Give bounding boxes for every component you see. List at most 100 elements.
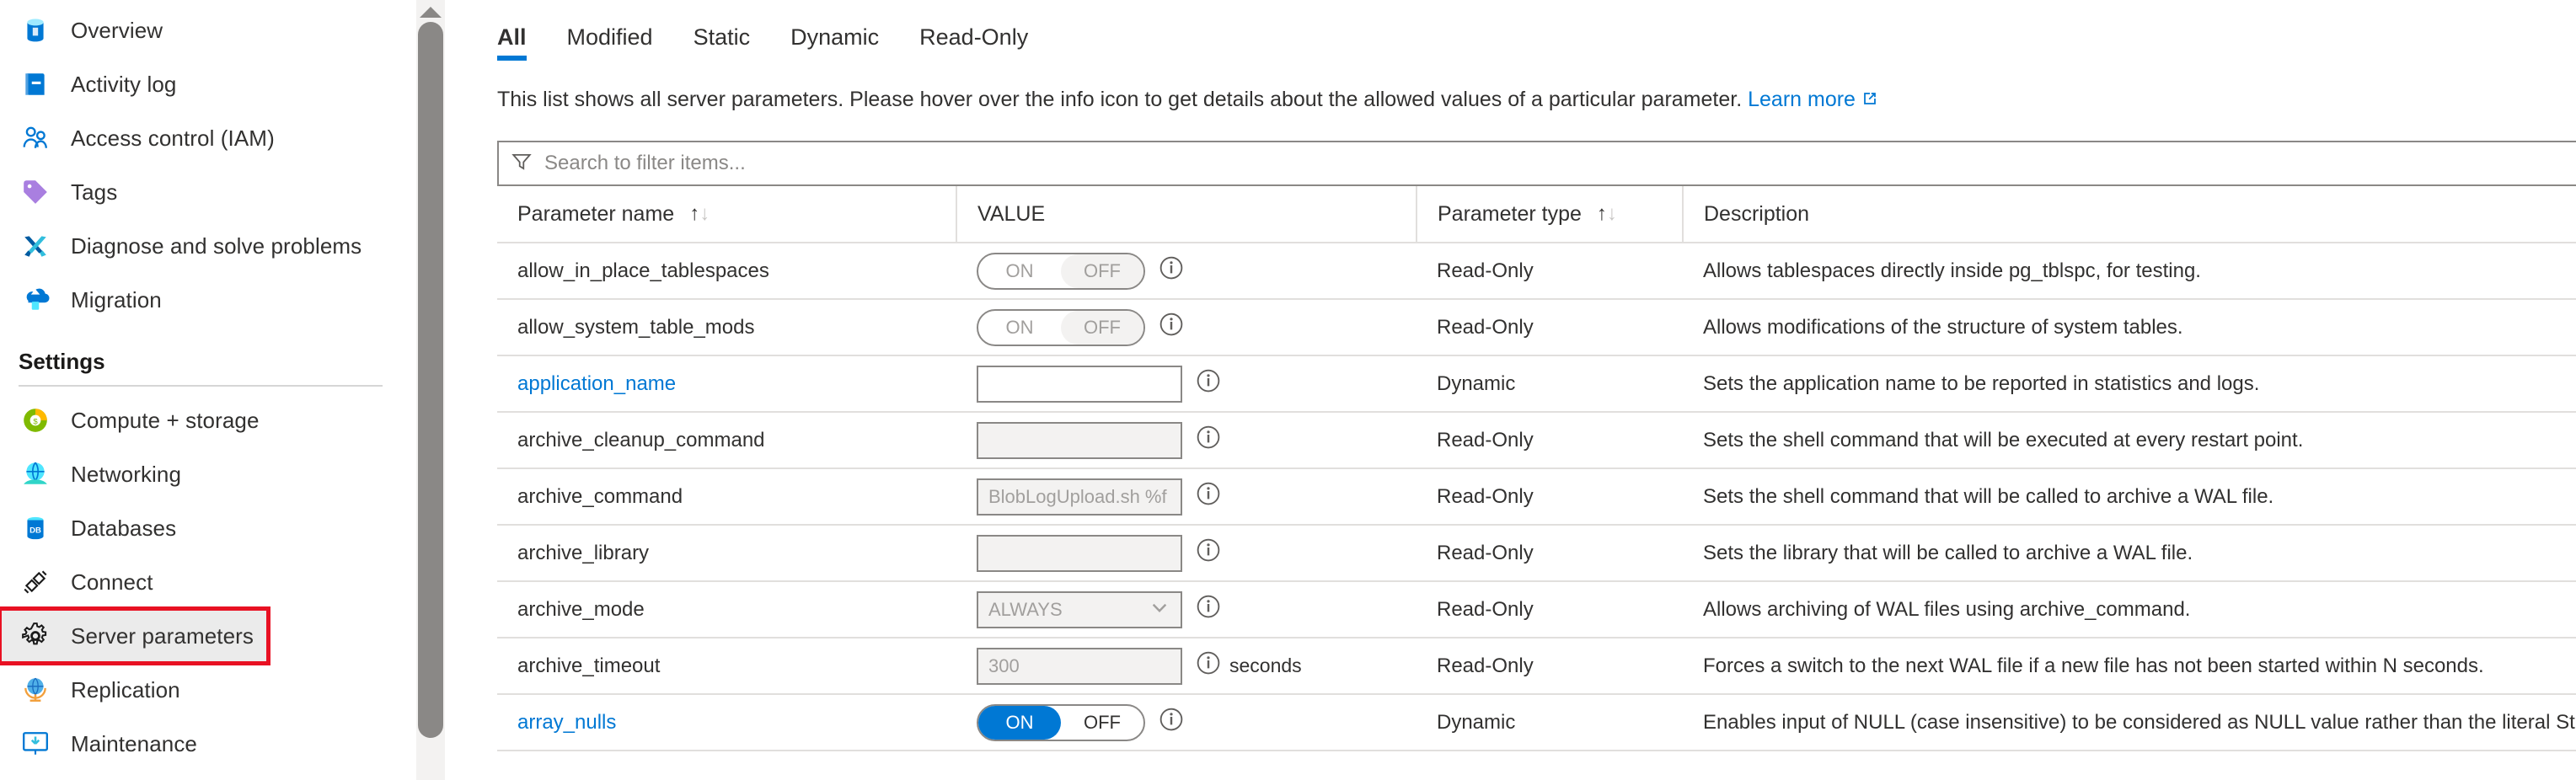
- migration-icon: [19, 283, 52, 317]
- toggle-on-label[interactable]: ON: [978, 705, 1061, 740]
- parameter-type-cell: Read-Only: [1417, 525, 1683, 582]
- sidebar-item-connect[interactable]: Connect: [0, 555, 404, 609]
- parameter-value-cell: ON OFF: [956, 299, 1417, 356]
- sidebar-item-server-parameters[interactable]: Server parameters: [0, 606, 270, 665]
- parameter-description-cell: Sets the application name to be reported…: [1683, 355, 2576, 413]
- table-row: array_nulls ON OFF Dynamic Enables input of …: [497, 694, 2576, 751]
- column-header-parameter-name[interactable]: Parameter name ↑↓: [497, 186, 956, 243]
- sort-arrows-icon[interactable]: ↑↓: [689, 204, 710, 224]
- column-header-parameter-type[interactable]: Parameter type ↑↓: [1416, 186, 1683, 243]
- table-row: archive_cleanup_command Read-Only Sets the…: [497, 412, 2576, 469]
- sidebar-item-networking[interactable]: Networking: [0, 447, 404, 501]
- value-select[interactable]: ALWAYS: [977, 590, 1182, 628]
- value-input[interactable]: [977, 365, 1182, 403]
- sidebar-item-label: Diagnose and solve problems: [71, 232, 362, 259]
- sidebar-item-compute-storage[interactable]: $ Compute + storage: [0, 393, 404, 447]
- parameter-value-cell: ON OFF: [956, 694, 1417, 751]
- access-control-icon: [19, 121, 52, 155]
- maintenance-icon: [19, 727, 52, 761]
- parameter-name-cell: allow_system_table_mods: [497, 299, 956, 356]
- column-header-value[interactable]: VALUE: [956, 186, 1417, 243]
- table-row: allow_system_table_mods ON OFF Read-Only All…: [497, 299, 2576, 356]
- parameter-name-cell: allow_in_place_tablespaces: [497, 243, 956, 300]
- table-header-row: Parameter name ↑↓ VALUE Parameter type ↑…: [497, 186, 2576, 243]
- info-icon[interactable]: [1159, 312, 1184, 343]
- value-toggle[interactable]: ON OFF: [977, 252, 1145, 290]
- sidebar-item-diagnose-and-solve-problems[interactable]: Diagnose and solve problems: [0, 219, 404, 273]
- chevron-down-icon: [1149, 596, 1170, 623]
- sidebar-item-label: Overview: [71, 17, 163, 43]
- sidebar-item-maintenance[interactable]: Maintenance: [0, 717, 404, 771]
- tab-dynamic[interactable]: Dynamic: [790, 24, 879, 64]
- toggle-off-label[interactable]: OFF: [1061, 254, 1143, 288]
- info-icon[interactable]: [1196, 650, 1221, 681]
- parameter-description-cell: Forces a switch to the next WAL file if …: [1683, 638, 2576, 695]
- table-row: archive_command Read-OnlySets the shell c…: [497, 468, 2576, 526]
- sidebar-scrollbar[interactable]: [404, 0, 455, 780]
- value-input: [977, 534, 1182, 572]
- resource-menu-sidebar: Overview Activity log Access control (IAM)…: [0, 0, 404, 780]
- tab-all[interactable]: All: [497, 24, 527, 64]
- parameter-value-cell: [956, 412, 1417, 469]
- value-toggle[interactable]: ON OFF: [977, 703, 1145, 741]
- parameter-name-cell: archive_timeout: [497, 638, 956, 695]
- parameter-name-cell[interactable]: application_name: [497, 355, 956, 413]
- scroll-up-arrow-icon[interactable]: [420, 7, 442, 18]
- sidebar-item-activity-log[interactable]: Activity log: [0, 57, 404, 111]
- parameter-value-cell: [956, 355, 1417, 413]
- filter-icon: [511, 151, 533, 177]
- toggle-off-label[interactable]: OFF: [1061, 310, 1143, 345]
- table-row: archive_timeout seconds Read-OnlyForces a …: [497, 638, 2576, 695]
- column-label: Description: [1704, 201, 1810, 226]
- compute-storage-icon: $: [19, 403, 52, 437]
- info-icon[interactable]: [1159, 255, 1184, 286]
- parameter-name-cell: archive_command: [497, 468, 956, 526]
- value-toggle[interactable]: ON OFF: [977, 308, 1145, 346]
- svg-text:$: $: [33, 417, 38, 426]
- info-icon[interactable]: [1159, 707, 1184, 738]
- sidebar-item-access-control-iam[interactable]: Access control (IAM): [0, 111, 404, 165]
- toggle-off-label[interactable]: OFF: [1061, 706, 1143, 740]
- toggle-on-label[interactable]: ON: [978, 311, 1061, 345]
- parameter-description-cell: Allows tablespaces directly inside pg_tb…: [1683, 243, 2576, 300]
- parameter-name-cell: archive_cleanup_command: [497, 412, 956, 469]
- networking-icon: [19, 457, 52, 491]
- parameter-value-cell: seconds: [956, 638, 1417, 695]
- search-filter-box[interactable]: [497, 141, 2576, 186]
- scrollbar-thumb[interactable]: [418, 22, 443, 738]
- connect-plug-icon: [19, 565, 52, 599]
- column-label: Parameter type: [1438, 201, 1582, 226]
- sidebar-item-label: Compute + storage: [71, 407, 260, 433]
- sidebar-item-label: Maintenance: [71, 730, 197, 756]
- sidebar-item-label: Server parameters: [71, 622, 254, 649]
- parameter-description-cell: Sets the shell command that will be exec…: [1683, 412, 2576, 469]
- tab-static[interactable]: Static: [694, 24, 751, 64]
- sidebar-item-overview[interactable]: Overview: [0, 3, 404, 57]
- tab-read-only[interactable]: Read-Only: [919, 24, 1028, 64]
- info-icon[interactable]: [1196, 537, 1221, 569]
- info-icon[interactable]: [1196, 425, 1221, 456]
- sidebar-item-databases[interactable]: DB Databases: [0, 501, 404, 555]
- sidebar-item-tags[interactable]: Tags: [0, 165, 404, 219]
- gear-icon: [19, 619, 52, 653]
- sidebar-item-label: Connect: [71, 569, 153, 595]
- toggle-on-label[interactable]: ON: [978, 254, 1061, 288]
- parameter-filter-tabs: All Modified Static Dynamic Read-Only: [472, 0, 2576, 64]
- learn-more-link[interactable]: Learn more: [1748, 88, 1856, 111]
- column-header-description[interactable]: Description: [1682, 186, 2576, 243]
- sidebar-item-migration[interactable]: Migration: [0, 273, 404, 327]
- sidebar-item-label: Networking: [71, 461, 182, 487]
- search-input[interactable]: [543, 151, 2576, 176]
- tab-modified[interactable]: Modified: [567, 24, 653, 64]
- sort-arrows-icon[interactable]: ↑↓: [1597, 204, 1617, 224]
- info-icon[interactable]: [1196, 594, 1221, 625]
- info-icon[interactable]: [1196, 368, 1221, 399]
- parameter-description-cell: Allows archiving of WAL files using arch…: [1683, 581, 2576, 638]
- parameter-type-cell: Dynamic: [1417, 355, 1683, 413]
- sidebar-section-divider: [19, 385, 383, 387]
- parameter-name-cell[interactable]: array_nulls: [497, 694, 956, 751]
- info-icon[interactable]: [1196, 481, 1221, 512]
- parameter-value-cell: ON OFF: [956, 243, 1417, 300]
- sidebar-item-replication[interactable]: Replication: [0, 663, 404, 717]
- value-input: [977, 647, 1182, 685]
